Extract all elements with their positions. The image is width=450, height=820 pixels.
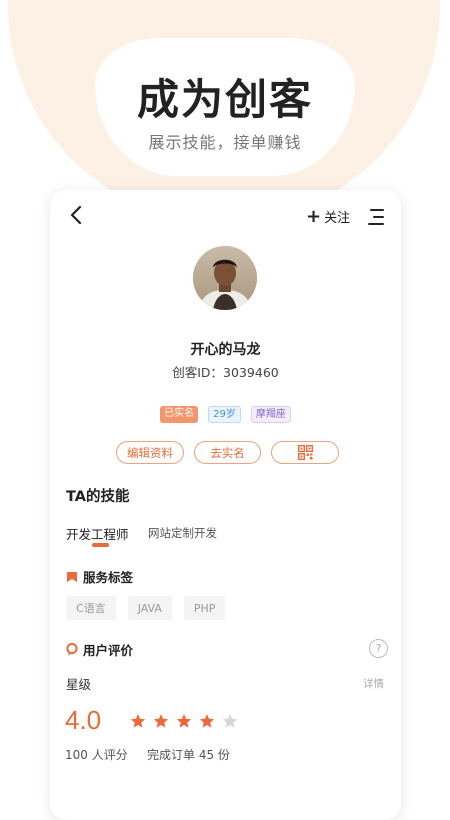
service-tag-chip: PHP <box>183 596 226 620</box>
age-badge: 29岁 <box>208 406 241 423</box>
edit-profile-button[interactable]: 编辑资料 <box>116 441 184 464</box>
star-filled-icon <box>130 714 146 728</box>
service-tag-chip: JAVA <box>127 596 172 620</box>
reviews-title: 用户评价 <box>83 643 134 658</box>
back-arrow-icon[interactable] <box>66 204 88 226</box>
reviews-header: 用户评价 <box>66 640 133 659</box>
service-tags-title: 服务标签 <box>83 570 134 585</box>
rating-label: 星级 <box>66 677 92 692</box>
service-tag-chip: C语言 <box>66 596 116 620</box>
qr-code-button[interactable] <box>271 441 339 464</box>
profile-actions: 编辑资料 去实名 <box>116 441 339 464</box>
star-empty-icon <box>222 714 238 728</box>
rating-score: 4.0 <box>65 705 102 735</box>
menu-icon[interactable] <box>368 208 384 226</box>
raters-count: 100 人评分 <box>65 748 128 762</box>
bookmark-icon <box>67 571 77 582</box>
star-filled-icon <box>176 714 192 728</box>
orders-count: 完成订单 45 份 <box>147 748 230 762</box>
profile-tags: 已实名 29岁 摩羯座 <box>50 406 401 423</box>
skills-title: TA的技能 <box>66 489 130 505</box>
star-filled-icon <box>199 714 215 728</box>
follow-button[interactable]: + 关注 <box>306 207 350 226</box>
star-filled-icon <box>153 714 169 728</box>
user-id: 创客ID：3039460 <box>172 365 279 380</box>
service-tags-list: C语言 JAVA PHP <box>66 596 226 620</box>
avatar[interactable] <box>193 246 257 310</box>
verify-identity-button[interactable]: 去实名 <box>194 441 261 464</box>
qr-code-icon <box>297 445 313 460</box>
verified-badge: 已实名 <box>160 406 199 423</box>
follow-label: 关注 <box>324 211 351 226</box>
comment-icon <box>66 643 78 656</box>
tab-website-dev[interactable]: 网站定制开发 <box>148 525 217 541</box>
profile-card: + 关注 开心的马龙 创客ID：3039460 已实名 29岁 摩羯座 编辑资料… <box>50 190 401 820</box>
reviews-detail-link[interactable]: 详情 <box>363 676 384 691</box>
tab-active-indicator <box>92 543 109 547</box>
service-tags-header: 服务标签 <box>66 567 133 586</box>
hero-title: 成为创客 <box>136 75 313 124</box>
plus-icon: + <box>306 205 322 227</box>
tab-developer[interactable]: 开发工程师 <box>66 524 129 543</box>
user-name: 开心的马龙 <box>190 342 261 358</box>
hero-subtitle: 展示技能，接单赚钱 <box>148 133 302 152</box>
help-icon[interactable]: ? <box>369 639 388 658</box>
zodiac-badge: 摩羯座 <box>250 406 291 423</box>
rating-stars <box>130 713 238 729</box>
